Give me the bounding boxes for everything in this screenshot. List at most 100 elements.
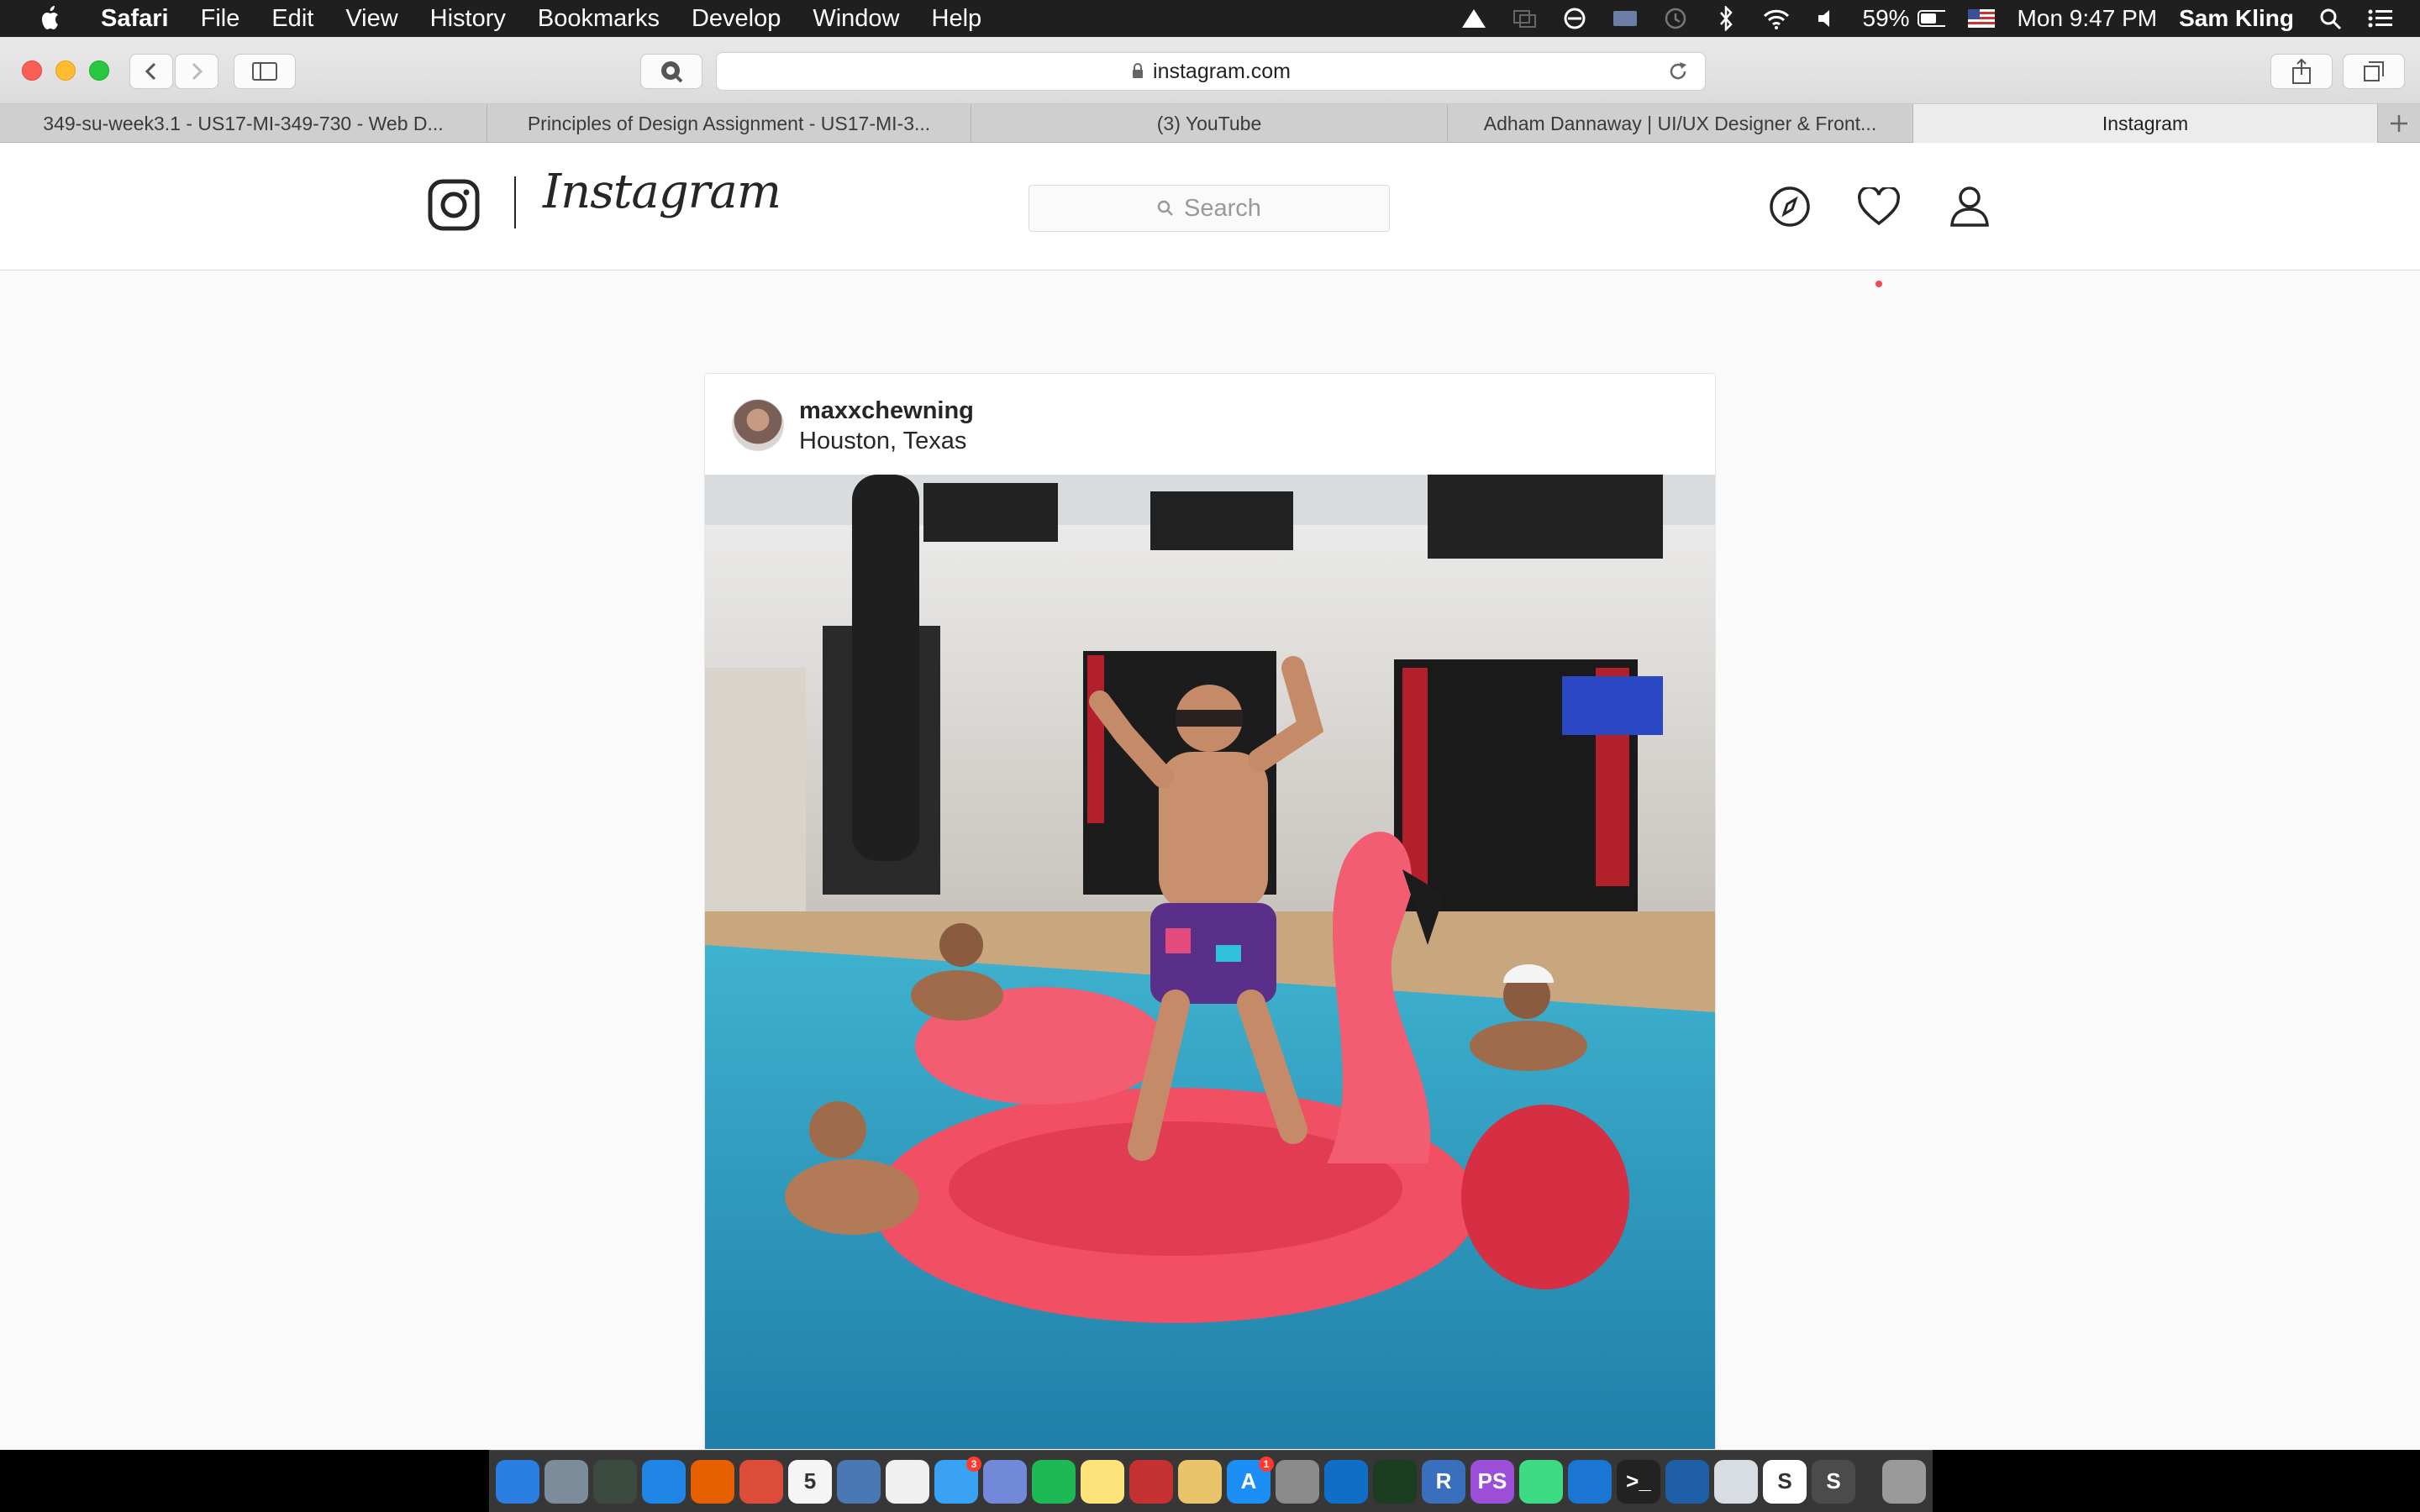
post-photo[interactable] (705, 475, 1715, 1449)
spotlight-icon[interactable] (2316, 7, 2344, 30)
tab-bar: 349-su-week3.1 - US17-MI-349-730 - Web D… (0, 104, 2420, 143)
bluetooth-icon[interactable] (1712, 6, 1740, 31)
lock-icon (1131, 63, 1144, 80)
menubar-user[interactable]: Sam Kling (2179, 5, 2294, 32)
zoom-window-button[interactable] (89, 60, 109, 81)
search-input[interactable]: Search (1028, 185, 1390, 232)
instagram-wordmark[interactable]: Instagram (543, 165, 781, 219)
menu-history[interactable]: History (414, 5, 522, 33)
safari-icon[interactable] (642, 1459, 686, 1504)
explore-compass-icon[interactable] (1768, 185, 1812, 228)
menu-develop[interactable]: Develop (676, 5, 797, 33)
do-not-disturb-icon[interactable] (1560, 7, 1589, 30)
safari-window: instagram.com 349-su-week3.1 - US17-MI-3… (0, 37, 2420, 1450)
back-button[interactable] (129, 54, 173, 89)
time-machine-icon[interactable] (1661, 7, 1690, 30)
dock-glyph: 5 (803, 1468, 817, 1494)
menu-edit[interactable]: Edit (255, 5, 329, 33)
script-editor-icon[interactable] (1714, 1459, 1758, 1504)
android-studio-icon[interactable] (1519, 1459, 1563, 1504)
input-source-flag-icon[interactable] (1967, 7, 1996, 30)
menu-bookmarks[interactable]: Bookmarks (522, 5, 676, 33)
mission-control-icon[interactable] (593, 1459, 637, 1504)
extension-button[interactable] (640, 54, 702, 89)
tab-principles-of-design[interactable]: Principles of Design Assignment - US17-M… (487, 104, 971, 143)
wifi-icon[interactable] (1762, 7, 1791, 30)
tab-web-design-week3[interactable]: 349-su-week3.1 - US17-MI-349-730 - Web D… (0, 104, 487, 143)
photo-booth-icon[interactable] (1129, 1459, 1173, 1504)
close-window-button[interactable] (22, 60, 42, 81)
activity-ring-icon[interactable] (1373, 1459, 1417, 1504)
menubar-app-name[interactable]: Safari (92, 5, 185, 33)
system-preferences-icon[interactable] (1276, 1459, 1319, 1504)
trash-icon[interactable] (1882, 1459, 1926, 1504)
sidebar-toggle-button[interactable] (234, 54, 296, 89)
dock-badge: 1 (1259, 1456, 1274, 1472)
instagram-page: Instagram Search maxxchewning Houston, T… (0, 143, 2420, 1450)
preview-icon[interactable] (837, 1459, 881, 1504)
safari-toolbar: instagram.com (0, 37, 2420, 104)
display-mirror-icon[interactable] (1510, 7, 1539, 30)
new-tab-button[interactable] (2378, 104, 2420, 143)
dock-glyph: R (1435, 1468, 1452, 1494)
menubar-clock[interactable]: Mon 9:47 PM (2018, 5, 2158, 32)
activity-heart-icon[interactable] (1857, 185, 1901, 228)
terminal-icon[interactable]: >_ (1617, 1459, 1660, 1504)
share-button[interactable] (2270, 54, 2333, 89)
spotify-icon[interactable] (1032, 1459, 1076, 1504)
tab-instagram[interactable]: Instagram (1913, 104, 2378, 143)
apple-menu-icon[interactable] (32, 5, 69, 32)
r-icon[interactable]: R (1422, 1459, 1465, 1504)
dock-glyph: PS (1477, 1468, 1507, 1494)
instagram-camera-icon[interactable] (427, 178, 481, 236)
forward-button[interactable] (175, 54, 218, 89)
tab-adham-dannaway[interactable]: Adham Dannaway | UI/UX Designer & Front.… (1448, 104, 1913, 143)
phpstorm-icon[interactable]: PS (1470, 1459, 1514, 1504)
menu-meters-icon[interactable] (1611, 7, 1639, 30)
post-location[interactable]: Houston, Texas (799, 428, 966, 455)
finder-icon[interactable] (496, 1459, 539, 1504)
menu-window[interactable]: Window (797, 5, 915, 33)
battery-icon[interactable] (1917, 7, 1945, 30)
itunes-icon[interactable] (886, 1459, 929, 1504)
notification-center-icon[interactable] (2366, 7, 2395, 30)
activity-notification-dot (1876, 281, 1882, 287)
profile-person-icon[interactable] (1948, 185, 1991, 228)
launchpad-icon[interactable] (544, 1459, 588, 1504)
volume-icon[interactable] (1812, 7, 1841, 30)
chrome-icon[interactable] (739, 1459, 783, 1504)
messages-icon[interactable]: 3 (934, 1456, 981, 1504)
menu-help[interactable]: Help (916, 5, 998, 33)
address-bar-url: instagram.com (1153, 59, 1291, 83)
menu-file[interactable]: File (185, 5, 256, 33)
image-capture-icon[interactable] (1178, 1459, 1222, 1504)
sublime-icon[interactable]: S (1812, 1459, 1855, 1504)
dock-glyph: S (1777, 1468, 1792, 1494)
instagram-header: Instagram Search (0, 143, 2420, 287)
google-drive-icon[interactable] (1460, 7, 1488, 30)
battery-percent[interactable]: 59% (1863, 5, 1910, 32)
menu-view[interactable]: View (329, 5, 413, 33)
discord-icon[interactable] (983, 1459, 1027, 1504)
firefox-icon[interactable] (691, 1459, 734, 1504)
tab-overview-icon (2364, 61, 2384, 81)
feed-post: maxxchewning Houston, Texas (704, 373, 1716, 1450)
minimize-window-button[interactable] (55, 60, 76, 81)
avatar[interactable] (732, 399, 784, 451)
dock-glyph: A (1240, 1468, 1257, 1494)
vscode-icon[interactable] (1324, 1459, 1368, 1504)
post-header: maxxchewning Houston, Texas (705, 374, 1715, 475)
reload-icon[interactable] (1666, 60, 1690, 89)
dock-badge: 3 (966, 1456, 981, 1472)
address-bar[interactable]: instagram.com (716, 52, 1706, 91)
app-store-icon[interactable]: A1 (1227, 1456, 1274, 1504)
slack-icon[interactable]: S (1763, 1459, 1807, 1504)
post-username[interactable]: maxxchewning (799, 397, 974, 425)
tab-youtube[interactable]: (3) YouTube (971, 104, 1448, 143)
virtualbox-icon[interactable] (1665, 1459, 1709, 1504)
xcode-icon[interactable] (1568, 1459, 1612, 1504)
sidebar-icon (252, 62, 277, 81)
calendar-icon[interactable]: 5 (788, 1459, 832, 1504)
tab-overview-button[interactable] (2343, 54, 2405, 89)
notes-icon[interactable] (1081, 1459, 1124, 1504)
